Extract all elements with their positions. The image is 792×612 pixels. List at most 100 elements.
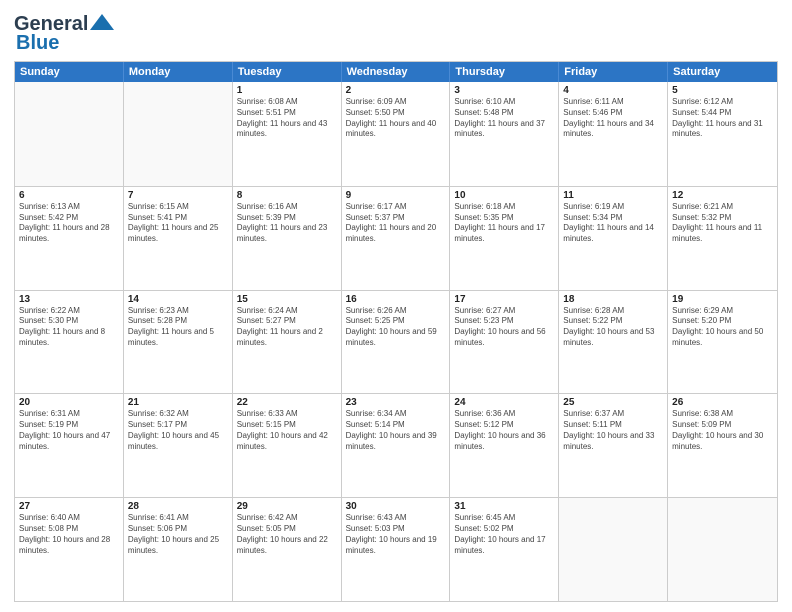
calendar-cell: 14Sunrise: 6:23 AMSunset: 5:28 PMDayligh… xyxy=(124,291,233,394)
day-number: 26 xyxy=(672,397,773,408)
day-info: Sunrise: 6:17 AMSunset: 5:37 PMDaylight:… xyxy=(346,202,446,245)
day-number: 17 xyxy=(454,294,554,305)
day-info: Sunrise: 6:32 AMSunset: 5:17 PMDaylight:… xyxy=(128,409,228,452)
calendar-cell: 24Sunrise: 6:36 AMSunset: 5:12 PMDayligh… xyxy=(450,394,559,497)
day-info: Sunrise: 6:16 AMSunset: 5:39 PMDaylight:… xyxy=(237,202,337,245)
day-number: 4 xyxy=(563,85,663,96)
calendar-cell: 12Sunrise: 6:21 AMSunset: 5:32 PMDayligh… xyxy=(668,187,777,290)
day-number: 9 xyxy=(346,190,446,201)
header-cell-wednesday: Wednesday xyxy=(342,62,451,82)
day-info: Sunrise: 6:33 AMSunset: 5:15 PMDaylight:… xyxy=(237,409,337,452)
day-info: Sunrise: 6:29 AMSunset: 5:20 PMDaylight:… xyxy=(672,306,773,349)
day-number: 29 xyxy=(237,501,337,512)
calendar-cell: 10Sunrise: 6:18 AMSunset: 5:35 PMDayligh… xyxy=(450,187,559,290)
day-info: Sunrise: 6:09 AMSunset: 5:50 PMDaylight:… xyxy=(346,97,446,140)
day-info: Sunrise: 6:37 AMSunset: 5:11 PMDaylight:… xyxy=(563,409,663,452)
day-number: 16 xyxy=(346,294,446,305)
calendar-cell: 7Sunrise: 6:15 AMSunset: 5:41 PMDaylight… xyxy=(124,187,233,290)
day-number: 13 xyxy=(19,294,119,305)
calendar-week-2: 6Sunrise: 6:13 AMSunset: 5:42 PMDaylight… xyxy=(15,186,777,290)
calendar-cell: 21Sunrise: 6:32 AMSunset: 5:17 PMDayligh… xyxy=(124,394,233,497)
calendar-week-1: 1Sunrise: 6:08 AMSunset: 5:51 PMDaylight… xyxy=(15,82,777,186)
day-number: 8 xyxy=(237,190,337,201)
calendar-cell: 5Sunrise: 6:12 AMSunset: 5:44 PMDaylight… xyxy=(668,82,777,186)
calendar-cell: 15Sunrise: 6:24 AMSunset: 5:27 PMDayligh… xyxy=(233,291,342,394)
day-info: Sunrise: 6:15 AMSunset: 5:41 PMDaylight:… xyxy=(128,202,228,245)
calendar-cell: 8Sunrise: 6:16 AMSunset: 5:39 PMDaylight… xyxy=(233,187,342,290)
day-number: 27 xyxy=(19,501,119,512)
calendar-cell: 20Sunrise: 6:31 AMSunset: 5:19 PMDayligh… xyxy=(15,394,124,497)
calendar-week-4: 20Sunrise: 6:31 AMSunset: 5:19 PMDayligh… xyxy=(15,393,777,497)
calendar-cell: 19Sunrise: 6:29 AMSunset: 5:20 PMDayligh… xyxy=(668,291,777,394)
day-number: 23 xyxy=(346,397,446,408)
day-info: Sunrise: 6:43 AMSunset: 5:03 PMDaylight:… xyxy=(346,513,446,556)
day-info: Sunrise: 6:28 AMSunset: 5:22 PMDaylight:… xyxy=(563,306,663,349)
calendar-cell: 4Sunrise: 6:11 AMSunset: 5:46 PMDaylight… xyxy=(559,82,668,186)
day-info: Sunrise: 6:34 AMSunset: 5:14 PMDaylight:… xyxy=(346,409,446,452)
calendar-cell: 28Sunrise: 6:41 AMSunset: 5:06 PMDayligh… xyxy=(124,498,233,601)
calendar-cell: 2Sunrise: 6:09 AMSunset: 5:50 PMDaylight… xyxy=(342,82,451,186)
calendar-cell: 31Sunrise: 6:45 AMSunset: 5:02 PMDayligh… xyxy=(450,498,559,601)
day-number: 1 xyxy=(237,85,337,96)
day-number: 2 xyxy=(346,85,446,96)
calendar-cell xyxy=(124,82,233,186)
calendar: SundayMondayTuesdayWednesdayThursdayFrid… xyxy=(14,61,778,602)
calendar-body: 1Sunrise: 6:08 AMSunset: 5:51 PMDaylight… xyxy=(15,82,777,601)
calendar-cell: 18Sunrise: 6:28 AMSunset: 5:22 PMDayligh… xyxy=(559,291,668,394)
day-info: Sunrise: 6:11 AMSunset: 5:46 PMDaylight:… xyxy=(563,97,663,140)
calendar-cell: 29Sunrise: 6:42 AMSunset: 5:05 PMDayligh… xyxy=(233,498,342,601)
day-number: 15 xyxy=(237,294,337,305)
day-info: Sunrise: 6:18 AMSunset: 5:35 PMDaylight:… xyxy=(454,202,554,245)
day-info: Sunrise: 6:12 AMSunset: 5:44 PMDaylight:… xyxy=(672,97,773,140)
calendar-cell: 11Sunrise: 6:19 AMSunset: 5:34 PMDayligh… xyxy=(559,187,668,290)
calendar-cell: 27Sunrise: 6:40 AMSunset: 5:08 PMDayligh… xyxy=(15,498,124,601)
day-number: 12 xyxy=(672,190,773,201)
day-info: Sunrise: 6:31 AMSunset: 5:19 PMDaylight:… xyxy=(19,409,119,452)
header-cell-sunday: Sunday xyxy=(15,62,124,82)
logo: General Blue xyxy=(14,10,116,55)
calendar-week-3: 13Sunrise: 6:22 AMSunset: 5:30 PMDayligh… xyxy=(15,290,777,394)
day-number: 25 xyxy=(563,397,663,408)
day-info: Sunrise: 6:22 AMSunset: 5:30 PMDaylight:… xyxy=(19,306,119,349)
day-info: Sunrise: 6:24 AMSunset: 5:27 PMDaylight:… xyxy=(237,306,337,349)
day-number: 31 xyxy=(454,501,554,512)
header-cell-tuesday: Tuesday xyxy=(233,62,342,82)
day-info: Sunrise: 6:21 AMSunset: 5:32 PMDaylight:… xyxy=(672,202,773,245)
calendar-cell: 16Sunrise: 6:26 AMSunset: 5:25 PMDayligh… xyxy=(342,291,451,394)
day-info: Sunrise: 6:19 AMSunset: 5:34 PMDaylight:… xyxy=(563,202,663,245)
day-info: Sunrise: 6:45 AMSunset: 5:02 PMDaylight:… xyxy=(454,513,554,556)
calendar-cell: 6Sunrise: 6:13 AMSunset: 5:42 PMDaylight… xyxy=(15,187,124,290)
calendar-cell: 30Sunrise: 6:43 AMSunset: 5:03 PMDayligh… xyxy=(342,498,451,601)
calendar-cell xyxy=(668,498,777,601)
day-number: 3 xyxy=(454,85,554,96)
calendar-cell: 25Sunrise: 6:37 AMSunset: 5:11 PMDayligh… xyxy=(559,394,668,497)
day-number: 28 xyxy=(128,501,228,512)
calendar-cell: 13Sunrise: 6:22 AMSunset: 5:30 PMDayligh… xyxy=(15,291,124,394)
day-info: Sunrise: 6:08 AMSunset: 5:51 PMDaylight:… xyxy=(237,97,337,140)
day-info: Sunrise: 6:41 AMSunset: 5:06 PMDaylight:… xyxy=(128,513,228,556)
day-info: Sunrise: 6:23 AMSunset: 5:28 PMDaylight:… xyxy=(128,306,228,349)
day-info: Sunrise: 6:13 AMSunset: 5:42 PMDaylight:… xyxy=(19,202,119,245)
day-info: Sunrise: 6:40 AMSunset: 5:08 PMDaylight:… xyxy=(19,513,119,556)
day-number: 22 xyxy=(237,397,337,408)
page-header: General Blue xyxy=(14,10,778,55)
logo-blue: Blue xyxy=(16,32,59,55)
day-info: Sunrise: 6:36 AMSunset: 5:12 PMDaylight:… xyxy=(454,409,554,452)
day-number: 7 xyxy=(128,190,228,201)
calendar-week-5: 27Sunrise: 6:40 AMSunset: 5:08 PMDayligh… xyxy=(15,497,777,601)
calendar-cell: 1Sunrise: 6:08 AMSunset: 5:51 PMDaylight… xyxy=(233,82,342,186)
day-number: 11 xyxy=(563,190,663,201)
day-number: 14 xyxy=(128,294,228,305)
day-number: 19 xyxy=(672,294,773,305)
day-number: 20 xyxy=(19,397,119,408)
calendar-cell xyxy=(15,82,124,186)
calendar-cell: 9Sunrise: 6:17 AMSunset: 5:37 PMDaylight… xyxy=(342,187,451,290)
header-cell-monday: Monday xyxy=(124,62,233,82)
header-cell-friday: Friday xyxy=(559,62,668,82)
day-info: Sunrise: 6:10 AMSunset: 5:48 PMDaylight:… xyxy=(454,97,554,140)
calendar-cell: 17Sunrise: 6:27 AMSunset: 5:23 PMDayligh… xyxy=(450,291,559,394)
calendar-cell: 22Sunrise: 6:33 AMSunset: 5:15 PMDayligh… xyxy=(233,394,342,497)
logo-icon xyxy=(88,10,116,38)
header-cell-thursday: Thursday xyxy=(450,62,559,82)
day-number: 10 xyxy=(454,190,554,201)
